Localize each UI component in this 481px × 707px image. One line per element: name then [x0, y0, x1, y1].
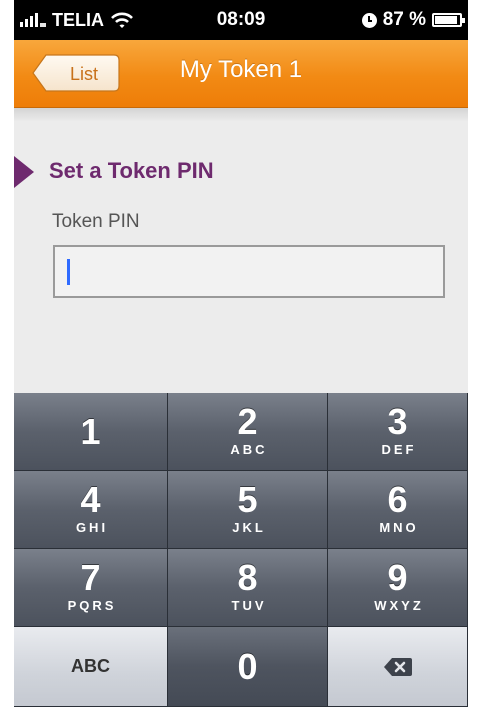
key-3[interactable]: 3 DEF [328, 393, 468, 471]
section-title: Set a Token PIN [49, 158, 214, 183]
key-letters: WXYZ [374, 598, 424, 613]
key-digit: 0 [237, 645, 258, 687]
navigation-bar: My Token 1 List [14, 40, 468, 108]
key-0[interactable]: 0 [168, 627, 328, 707]
key-digit: 6 [387, 479, 408, 520]
section-marker-icon [14, 156, 34, 188]
key-digit: 8 [237, 557, 258, 598]
key-9[interactable]: 9 WXYZ [328, 549, 468, 627]
key-7[interactable]: 7 PQRS [14, 549, 168, 627]
key-letters: MNO [379, 520, 419, 535]
phone-screen: TELIA 08:09 87 % My Token 1 List Set a T… [14, 0, 468, 707]
battery-percentage: 87 % [382, 9, 426, 30]
back-button[interactable]: List [32, 54, 120, 92]
key-digit: 3 [387, 401, 408, 442]
abc-key[interactable]: ABC [14, 627, 168, 707]
backspace-icon [383, 657, 412, 676]
key-5[interactable]: 5 JKL [168, 471, 328, 549]
battery-icon [432, 13, 465, 27]
token-pin-input[interactable] [53, 245, 445, 298]
key-1[interactable]: 1 [14, 393, 168, 471]
key-4[interactable]: 4 GHI [14, 471, 168, 549]
token-pin-label: Token PIN [52, 211, 140, 232]
key-6[interactable]: 6 MNO [328, 471, 468, 549]
status-bar: TELIA 08:09 87 % [14, 0, 468, 40]
key-letters: JKL [232, 520, 266, 535]
text-caret [67, 259, 70, 285]
alarm-clock-icon [361, 12, 377, 28]
key-letters: ABC [230, 442, 268, 457]
key-letters: DEF [381, 442, 417, 457]
key-letters: PQRS [67, 598, 117, 613]
key-digit: 7 [80, 557, 101, 598]
abc-key-label: ABC [71, 656, 110, 676]
key-2[interactable]: 2 ABC [168, 393, 328, 471]
numeric-keypad: 1 2 ABC 3 DEF 4 GHI 5 JKL 6 MNO 7 PQRS 8 [14, 393, 468, 707]
nav-shadow [14, 108, 468, 122]
key-letters: GHI [75, 520, 109, 535]
key-letters: TUV [231, 598, 267, 613]
key-8[interactable]: 8 TUV [168, 549, 328, 627]
status-right: 87 % [361, 0, 465, 40]
delete-key[interactable] [328, 627, 468, 707]
key-digit: 1 [80, 410, 101, 452]
key-digit: 2 [237, 401, 258, 442]
key-digit: 9 [387, 557, 408, 598]
key-digit: 5 [237, 479, 258, 520]
key-digit: 4 [80, 479, 101, 520]
back-button-label: List [69, 64, 98, 84]
content-area: Set a Token PIN Token PIN [14, 108, 468, 393]
